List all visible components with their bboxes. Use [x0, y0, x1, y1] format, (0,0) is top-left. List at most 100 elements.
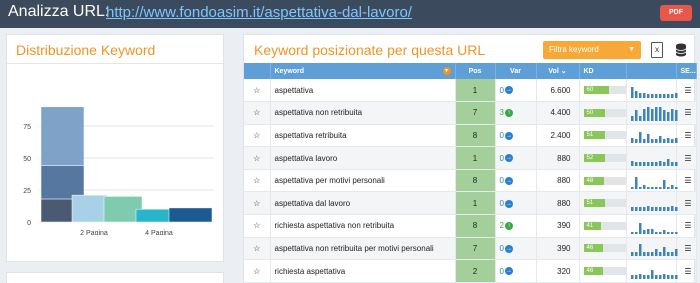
table-row[interactable]: ☆ aspettativa non retribuita per motivi p…: [244, 237, 697, 261]
table-row[interactable]: ☆ aspettativa 1 0 → 6.600 60 ☰: [244, 79, 697, 103]
trend-bar: [674, 162, 677, 167]
variation-value: 3: [499, 108, 504, 118]
favorite-star-icon[interactable]: ☆: [244, 124, 271, 148]
column-header-vol[interactable]: Vol ⌄: [536, 63, 580, 79]
trend-bar: [674, 138, 677, 144]
column-header-var[interactable]: Var: [495, 63, 537, 79]
trend-bar: [630, 275, 633, 280]
column-header-pos[interactable]: Pos: [455, 63, 496, 79]
table-row[interactable]: ☆ aspettativa lavoro 1 0 → 880 52 ☰: [244, 146, 697, 170]
trend-bar: [670, 275, 673, 280]
arrow-up-icon: ↑: [504, 109, 513, 118]
serp-list-icon[interactable]: ☰: [676, 191, 697, 216]
trend-bar: [658, 231, 661, 234]
filter-keyword-dropdown[interactable]: Filtra keyword ▼: [543, 41, 641, 59]
trend-bar: [638, 186, 641, 189]
keyword-cell[interactable]: aspettativa dal lavoro: [270, 191, 456, 216]
keyword-cell[interactable]: aspettativa non retribuita: [270, 101, 456, 125]
trend-bar: [666, 159, 669, 167]
trend-cell: [626, 101, 677, 125]
keyword-cell[interactable]: aspettativa lavoro: [270, 146, 456, 170]
kd-value: 60: [583, 86, 609, 95]
position-cell: 1: [455, 146, 496, 170]
favorite-star-icon[interactable]: ☆: [244, 146, 271, 170]
table-row[interactable]: ☆ aspettativa non retribuita 7 3 ↑ 4.400 50 ☰: [244, 101, 697, 125]
x-tick-label: 4 Pagina: [145, 230, 173, 235]
trend-bar: [674, 186, 677, 189]
chart-bar[interactable]: [168, 207, 213, 223]
excel-export-icon[interactable]: x: [651, 42, 663, 58]
chart-bar[interactable]: [40, 106, 85, 166]
trend-bar: [646, 228, 649, 234]
arrow-right-icon: →: [504, 199, 513, 208]
variation-cell: 0 →: [495, 237, 537, 261]
chart-bar[interactable]: [40, 165, 85, 200]
kd-bar: 46: [583, 267, 626, 276]
sort-chevron-down-icon: ⌄: [560, 68, 567, 75]
serp-list-icon[interactable]: ☰: [676, 214, 697, 238]
favorite-star-icon[interactable]: ☆: [244, 259, 271, 283]
table-row[interactable]: ☆ aspettativa per motivi personali 8 0 → 880 4…: [244, 169, 697, 193]
favorite-star-icon[interactable]: ☆: [244, 79, 271, 103]
serp-list-icon[interactable]: ☰: [676, 101, 697, 125]
trend-bar: [670, 231, 673, 234]
favorite-star-icon[interactable]: ☆: [244, 169, 271, 193]
trend-bar: [634, 275, 637, 280]
column-header-se[interactable]: SE...: [676, 63, 697, 79]
favorite-star-icon[interactable]: ☆: [244, 214, 271, 238]
variation-cell: 0 →: [495, 146, 537, 170]
trend-bar: [654, 231, 657, 234]
column-header-trend: [626, 63, 677, 79]
keyword-cell[interactable]: aspettativa per motivi personali: [270, 169, 456, 193]
analyzed-url-link[interactable]: http://www.fondoasim.it/aspettativa-dal-…: [106, 4, 412, 21]
table-row[interactable]: ☆ aspettativa dal lavoro 1 0 → 880 51 ☰: [244, 191, 697, 216]
serp-list-icon[interactable]: ☰: [676, 124, 697, 148]
pdf-export-button[interactable]: PDF: [660, 5, 692, 21]
trend-bar: [642, 275, 645, 280]
trend-bar: [642, 139, 645, 144]
chart-bar[interactable]: [135, 208, 171, 223]
favorite-star-icon[interactable]: ☆: [244, 191, 271, 216]
serp-list-icon[interactable]: ☰: [676, 237, 697, 261]
trend-sparkline: [630, 222, 677, 234]
variation-value: 0: [499, 266, 504, 276]
table-row[interactable]: ☆ aspettativa retribuita 8 0 → 2.400 51 ☰: [244, 124, 697, 148]
trend-bar: [670, 206, 673, 212]
trend-bar: [646, 186, 649, 189]
trend-bar: [658, 161, 661, 167]
trend-bar: [666, 252, 669, 257]
trend-bar: [646, 134, 649, 144]
favorite-star-icon[interactable]: ☆: [244, 237, 271, 261]
column-header-keyword[interactable]: Keyword ▼: [270, 63, 456, 79]
trend-bar: [650, 162, 653, 167]
keyword-cell[interactable]: aspettativa: [270, 79, 456, 103]
keyword-cell[interactable]: richiesta aspettativa non retribuita: [270, 214, 456, 238]
trend-bar: [662, 179, 665, 189]
chart-bar[interactable]: [71, 194, 108, 223]
keyword-cell[interactable]: aspettativa non retribuita per motivi pe…: [270, 237, 456, 261]
serp-list-icon[interactable]: ☰: [676, 169, 697, 193]
favorite-star-icon[interactable]: ☆: [244, 101, 271, 125]
arrow-right-icon: →: [504, 177, 513, 186]
keyword-cell[interactable]: richiesta aspettativa: [270, 259, 456, 283]
trend-bar: [646, 106, 649, 121]
table-row[interactable]: ☆ richiesta aspettativa 2 0 → 320 46 ☰: [244, 259, 697, 283]
database-icon[interactable]: [675, 43, 687, 57]
serp-list-icon[interactable]: ☰: [676, 79, 697, 103]
volume-cell: 320: [536, 259, 580, 283]
keyword-cell[interactable]: aspettativa retribuita: [270, 124, 456, 148]
trend-bar: [650, 108, 653, 121]
trend-bar: [642, 93, 645, 99]
column-header-kd[interactable]: KD: [579, 63, 627, 79]
trend-bar: [654, 162, 657, 167]
trend-bar: [662, 229, 665, 234]
serp-list-icon[interactable]: ☰: [676, 259, 697, 283]
table-row[interactable]: ☆ richiesta aspettativa non retribuita 8 2 ↑…: [244, 214, 697, 238]
keyword-distribution-title: Distribuzione Keyword: [16, 42, 156, 58]
kd-value: 51: [583, 199, 605, 208]
filter-icon[interactable]: ▼: [442, 67, 451, 75]
trend-bar: [654, 139, 657, 144]
trend-sparkline: [630, 87, 677, 99]
serp-list-icon[interactable]: ☰: [676, 146, 697, 170]
trend-bar: [638, 132, 641, 144]
